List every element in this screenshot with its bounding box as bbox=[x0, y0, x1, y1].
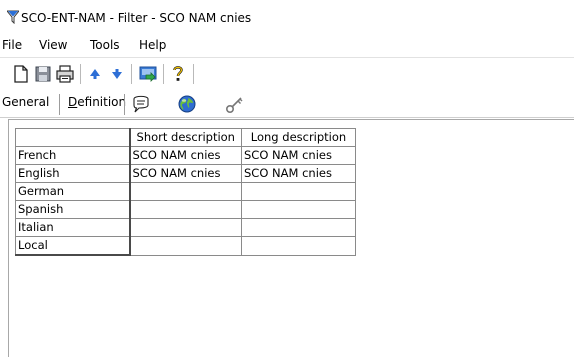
tab-definition-label: efinition bbox=[77, 95, 127, 109]
tab-comments[interactable] bbox=[128, 93, 158, 115]
move-down-button[interactable] bbox=[106, 63, 128, 85]
print-icon bbox=[56, 65, 74, 83]
tab-divider bbox=[59, 94, 60, 115]
toolbar bbox=[0, 57, 574, 92]
long-description-cell[interactable] bbox=[241, 218, 356, 237]
translations-table: Short description Long description Frenc… bbox=[15, 128, 356, 256]
toolbar-separator bbox=[163, 64, 164, 84]
window-title: SCO-ENT-NAM - Filter - SCO NAM cnies bbox=[21, 11, 252, 25]
row-header-language[interactable]: Italian bbox=[15, 218, 131, 237]
move-down-icon bbox=[112, 69, 122, 79]
key-icon bbox=[226, 97, 243, 114]
tab-definition[interactable]: Definition bbox=[68, 95, 126, 115]
row-header-language[interactable]: German bbox=[15, 182, 131, 201]
column-header-corner bbox=[15, 128, 131, 147]
long-description-cell[interactable]: SCO NAM cnies bbox=[241, 164, 356, 183]
filter-icon bbox=[7, 10, 19, 24]
row-header-language[interactable]: English bbox=[15, 164, 131, 183]
toolbar-separator bbox=[193, 64, 194, 84]
tab-general[interactable]: General bbox=[2, 95, 49, 115]
long-description-cell[interactable]: SCO NAM cnies bbox=[241, 146, 356, 165]
short-description-cell[interactable] bbox=[129, 182, 242, 201]
new-document-button[interactable] bbox=[10, 63, 32, 85]
menu-file[interactable]: File bbox=[2, 38, 22, 52]
tab-definition-mnemonic: D bbox=[68, 95, 78, 109]
content-panel: Short description Long description Frenc… bbox=[8, 119, 574, 357]
move-up-icon bbox=[90, 69, 100, 79]
tab-translations[interactable] bbox=[172, 93, 202, 115]
short-description-cell[interactable]: SCO NAM cnies bbox=[129, 146, 242, 165]
table-header-row: Short description Long description bbox=[15, 128, 356, 147]
save-icon bbox=[35, 66, 51, 82]
toolbar-separator bbox=[131, 64, 132, 84]
short-description-cell[interactable] bbox=[129, 236, 242, 256]
export-icon bbox=[139, 66, 157, 82]
row-header-language[interactable]: French bbox=[15, 146, 131, 165]
menu-tools[interactable]: Tools bbox=[90, 38, 120, 52]
new-document-icon bbox=[14, 65, 28, 83]
column-header-short-description[interactable]: Short description bbox=[129, 128, 242, 147]
long-description-cell[interactable] bbox=[241, 182, 356, 201]
short-description-cell[interactable] bbox=[129, 200, 242, 219]
table-row: English SCO NAM cnies SCO NAM cnies bbox=[15, 164, 356, 183]
menu-view[interactable]: View bbox=[39, 38, 67, 52]
long-description-cell[interactable] bbox=[241, 200, 356, 219]
comment-icon bbox=[133, 95, 149, 113]
column-header-long-description[interactable]: Long description bbox=[241, 128, 356, 147]
print-button[interactable] bbox=[54, 63, 76, 85]
short-description-cell[interactable] bbox=[129, 218, 242, 237]
long-description-cell[interactable] bbox=[241, 236, 356, 256]
row-header-language[interactable]: Local bbox=[15, 236, 131, 256]
table-row: Local bbox=[15, 236, 356, 256]
move-up-button[interactable] bbox=[84, 63, 106, 85]
tab-divider bbox=[124, 94, 125, 115]
tab-bar: General Definition bbox=[0, 91, 574, 118]
short-description-cell[interactable]: SCO NAM cnies bbox=[129, 164, 242, 183]
help-icon bbox=[173, 66, 183, 81]
export-button[interactable] bbox=[137, 63, 159, 85]
table-row: Italian bbox=[15, 218, 356, 237]
tab-security[interactable] bbox=[220, 93, 250, 115]
title-bar: SCO-ENT-NAM - Filter - SCO NAM cnies bbox=[0, 0, 574, 34]
table-row: French SCO NAM cnies SCO NAM cnies bbox=[15, 146, 356, 165]
row-header-language[interactable]: Spanish bbox=[15, 200, 131, 219]
globe-icon bbox=[178, 95, 196, 113]
table-row: Spanish bbox=[15, 200, 356, 219]
menu-bar: File View Tools Help bbox=[0, 34, 574, 56]
save-button[interactable] bbox=[32, 63, 54, 85]
toolbar-separator bbox=[80, 64, 81, 84]
table-row: German bbox=[15, 182, 356, 201]
help-button[interactable] bbox=[167, 63, 189, 85]
menu-help[interactable]: Help bbox=[139, 38, 166, 52]
